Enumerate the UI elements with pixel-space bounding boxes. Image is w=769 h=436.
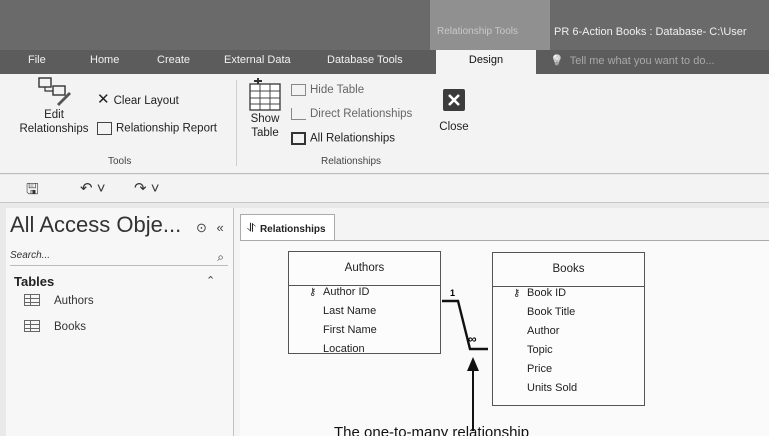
relationships-tab-icon: ⥯: [247, 221, 256, 235]
one-side-label: 1: [450, 288, 455, 298]
field-label: Book ID: [527, 287, 567, 299]
nav-search-input[interactable]: Search... ⌕: [10, 250, 228, 266]
direct-relationships-label: Direct Relationships: [310, 108, 413, 121]
key-icon: ⚷: [513, 288, 521, 299]
field-units-sold[interactable]: Units Sold: [493, 382, 644, 401]
show-table-icon: [249, 78, 281, 111]
direct-relationships-button[interactable]: Direct Relationships: [291, 108, 412, 120]
books-table[interactable]: Books ⚷ Book ID Book Title Author Topic P…: [492, 252, 645, 406]
navigation-pane: All Access Obje... ⊙ « Search... ⌕ Table…: [6, 208, 234, 436]
field-label: Author ID: [323, 286, 370, 298]
redo-icon[interactable]: ↷ ˅: [134, 179, 160, 197]
group-separator: [236, 80, 237, 166]
show-table-label: Show Table: [250, 113, 280, 139]
tab-create[interactable]: Create: [157, 54, 190, 66]
nav-pane-title[interactable]: All Access Obje...: [10, 212, 181, 238]
close-icon: [443, 89, 465, 111]
field-book-title[interactable]: Book Title: [493, 306, 644, 325]
document-area: ⥯ Relationships Authors ⚷ Author ID Last N…: [234, 208, 769, 436]
relationship-report-icon: [97, 122, 112, 135]
all-relationships-icon: [291, 132, 306, 145]
tell-me-box[interactable]: 💡 Tell me what you want to do...: [550, 54, 715, 67]
search-icon: ⌕: [217, 250, 224, 264]
field-topic[interactable]: Topic: [493, 344, 644, 363]
context-tab-group: [430, 0, 550, 50]
tab-external-data[interactable]: External Data: [224, 54, 291, 66]
section-collapse-icon[interactable]: ⌃: [206, 274, 215, 287]
field-last-name[interactable]: Last Name: [289, 305, 440, 324]
tab-design[interactable]: Design: [436, 50, 536, 74]
nav-search-placeholder: Search...: [10, 250, 51, 261]
key-icon: ⚷: [309, 287, 317, 298]
nav-item-label: Books: [54, 321, 86, 333]
all-relationships-button[interactable]: All Relationships: [291, 132, 395, 145]
table-header[interactable]: Authors: [289, 252, 440, 286]
window-title: PR 6-Action Books : Database- C:\User: [554, 26, 747, 38]
field-label: Price: [527, 363, 553, 375]
field-label: Topic: [527, 344, 553, 356]
nav-pane-buttons: ⊙ «: [196, 220, 224, 236]
table-header[interactable]: Books: [493, 253, 644, 287]
tab-home[interactable]: Home: [90, 54, 119, 66]
nav-item-books[interactable]: Books: [24, 320, 86, 333]
relationship-report-button[interactable]: Relationship Report: [97, 122, 217, 135]
lightbulb-icon: 💡: [550, 55, 564, 67]
relationships-document-tab[interactable]: ⥯ Relationships: [240, 214, 335, 240]
field-author[interactable]: Author: [493, 325, 644, 344]
hide-table-button[interactable]: Hide Table: [291, 84, 364, 96]
relationships-tab-label: Relationships: [259, 224, 326, 235]
nav-item-authors[interactable]: Authors: [24, 294, 94, 307]
collapse-pane-icon[interactable]: «: [217, 220, 224, 235]
tools-group-label: Tools: [108, 156, 132, 167]
edit-relationships-button[interactable]: Edit Relationships: [14, 76, 94, 136]
relationship-line[interactable]: 1 ∞: [440, 281, 496, 431]
many-side-label: ∞: [468, 332, 477, 346]
close-label: Close: [439, 121, 469, 133]
relationship-report-label: Relationship Report: [116, 122, 218, 135]
field-label: Units Sold: [527, 382, 578, 394]
field-label: Location: [323, 343, 365, 355]
undo-icon[interactable]: ↶ ˅: [80, 179, 106, 197]
field-label: First Name: [323, 324, 377, 336]
context-tab-label: Relationship Tools: [437, 26, 518, 37]
ribbon-tabs: File Home Create External Data Database …: [0, 50, 769, 74]
show-table-button[interactable]: Show Table: [245, 78, 285, 140]
hide-table-icon: [291, 84, 306, 96]
field-label: Author: [527, 325, 560, 337]
tell-me-text: Tell me what you want to do...: [569, 55, 715, 67]
tab-database-tools[interactable]: Database Tools: [327, 54, 403, 66]
field-price[interactable]: Price: [493, 363, 644, 382]
tab-file[interactable]: File: [28, 54, 46, 66]
field-first-name[interactable]: First Name: [289, 324, 440, 343]
all-relationships-label: All Relationships: [310, 132, 396, 145]
title-bar: Relationship Tools PR 6-Action Books : D…: [0, 0, 769, 50]
nav-section-tables[interactable]: Tables: [14, 274, 54, 289]
edit-relationships-icon: [38, 77, 71, 106]
relationships-group-label: Relationships: [321, 156, 382, 167]
authors-table[interactable]: Authors ⚷ Author ID Last Name First Name …: [288, 251, 441, 355]
chevron-down-icon[interactable]: ⊙: [196, 220, 207, 235]
table-icon: [24, 320, 40, 332]
field-label: Last Name: [323, 305, 377, 317]
annotation-caption: The one-to-many relationship: [334, 424, 530, 436]
field-location[interactable]: Location: [289, 343, 440, 362]
save-icon[interactable]: 🖫: [26, 179, 39, 204]
nav-item-label: Authors: [54, 295, 94, 307]
field-author-id[interactable]: ⚷ Author ID: [289, 286, 440, 305]
ribbon: Edit Relationships ✕ Clear Layout Relatio…: [0, 74, 769, 174]
table-icon: [24, 294, 40, 306]
field-label: Book Title: [527, 306, 576, 318]
direct-relationships-icon: [291, 108, 306, 120]
clear-layout-label: Clear Layout: [113, 95, 179, 107]
edit-relationships-label: Edit Relationships: [19, 109, 89, 135]
clear-layout-icon: ✕: [97, 91, 110, 108]
relationships-canvas[interactable]: Authors ⚷ Author ID Last Name First Name …: [240, 240, 769, 436]
field-book-id[interactable]: ⚷ Book ID: [493, 287, 644, 306]
quick-access-toolbar: 🖫 ↶ ˅ ↷ ˅: [0, 175, 769, 203]
clear-layout-button[interactable]: ✕ Clear Layout: [97, 90, 179, 108]
close-button[interactable]: Close: [434, 88, 474, 134]
hide-table-label: Hide Table: [310, 84, 365, 97]
